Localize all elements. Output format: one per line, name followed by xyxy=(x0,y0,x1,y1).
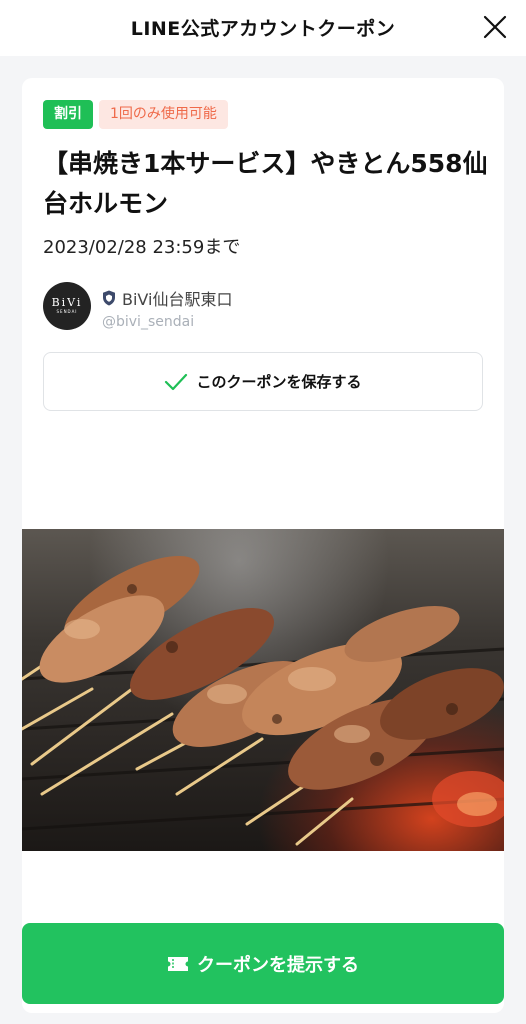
present-coupon-label: クーポンを提示する xyxy=(197,954,359,976)
save-coupon-label: このクーポンを保存する xyxy=(196,373,362,391)
account-id: @bivi_sendai xyxy=(102,314,195,330)
discount-badge: 割引 xyxy=(43,100,93,129)
coupon-badges: 割引 1回のみ使用可能 xyxy=(43,100,228,129)
save-coupon-button[interactable]: このクーポンを保存する xyxy=(43,352,483,411)
account-name: BiVi仙台駅東口 xyxy=(122,290,233,309)
page-title: LINE公式アカウントクーポン xyxy=(130,18,396,40)
close-button[interactable] xyxy=(482,14,508,40)
avatar-logo-text: BiVi xyxy=(51,296,83,309)
skewers-illustration xyxy=(22,555,504,846)
close-icon[interactable] xyxy=(482,14,508,40)
present-coupon-button[interactable]: クーポンを提示する xyxy=(22,923,504,1004)
coupon-title: 【串焼き1本サービス】やきとん558仙台ホルモン xyxy=(43,149,488,218)
account-name-row: BiVi仙台駅東口 xyxy=(102,286,232,310)
avatar-logo-subtext: SENDAI xyxy=(56,309,78,314)
coupon-expiry: 2023/02/28 23:59まで xyxy=(43,237,241,258)
account-info: BiVi仙台駅東口 @bivi_sendai xyxy=(102,286,232,330)
shield-icon xyxy=(103,290,115,306)
usage-limit-badge: 1回のみ使用可能 xyxy=(99,100,228,129)
header-bar: LINE公式アカウントクーポン xyxy=(0,0,526,56)
avatar[interactable]: BiVi SENDAI xyxy=(43,282,91,330)
checkmark-icon xyxy=(165,373,188,390)
grilled-skewers-photo xyxy=(22,529,504,851)
coupon-card: 割引 1回のみ使用可能 【串焼き1本サービス】やきとん558仙台ホルモン 202… xyxy=(22,78,504,1013)
ticket-icon xyxy=(168,956,188,971)
